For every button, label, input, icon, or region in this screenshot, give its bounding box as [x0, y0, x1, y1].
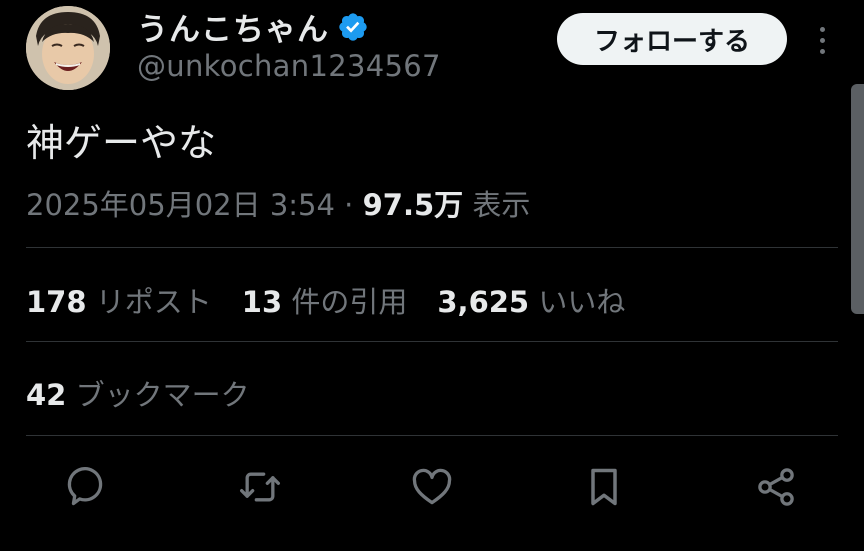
author-name-row: うんこちゃん	[137, 4, 369, 49]
reply-icon[interactable]	[65, 465, 109, 509]
quotes-count: 13	[241, 285, 283, 319]
divider	[26, 435, 838, 436]
display-name[interactable]: うんこちゃん	[137, 4, 329, 49]
bookmarks-count: 42	[26, 378, 67, 412]
tweet-timestamp[interactable]: 2025年05月02日 3:54	[26, 188, 335, 222]
likes-count: 3,625	[437, 285, 530, 319]
divider	[26, 341, 838, 342]
avatar[interactable]	[26, 6, 110, 90]
reposts-label: リポスト	[95, 285, 212, 319]
likes-label: いいね	[538, 285, 626, 319]
share-icon[interactable]	[754, 465, 798, 509]
bookmarks-stat: 42 ブックマーク	[26, 372, 250, 414]
quotes-label: 件の引用	[291, 285, 408, 319]
reposts-stat[interactable]: 178 リポスト	[26, 279, 212, 321]
avatar-photo-icon	[26, 6, 110, 90]
likes-stat[interactable]: 3,625 いいね	[437, 279, 625, 321]
like-icon[interactable]	[410, 465, 454, 509]
bookmark-icon[interactable]	[582, 465, 626, 509]
views-count: 97.5万	[362, 188, 464, 222]
follow-button[interactable]: フォローする	[557, 13, 787, 65]
scrollbar[interactable]	[851, 84, 864, 314]
repost-icon[interactable]	[238, 465, 282, 509]
bookmarks-label: ブックマーク	[75, 378, 250, 412]
engagement-stats: 178 リポスト 13 件の引用 3,625 いいね	[26, 279, 625, 321]
quotes-stat[interactable]: 13 件の引用	[242, 279, 408, 321]
more-dots-icon[interactable]	[808, 22, 836, 58]
divider	[26, 247, 838, 248]
reposts-count: 178	[26, 285, 87, 319]
meta-separator: ·	[344, 188, 354, 222]
tweet-text: 神ゲーやな	[26, 121, 217, 165]
views-label: 表示	[472, 188, 531, 222]
verified-badge-icon	[339, 12, 367, 41]
tweet-meta: 2025年05月02日 3:54 · 97.5万 表示	[26, 182, 530, 224]
author-handle[interactable]: @unkochan1234567	[137, 49, 441, 83]
